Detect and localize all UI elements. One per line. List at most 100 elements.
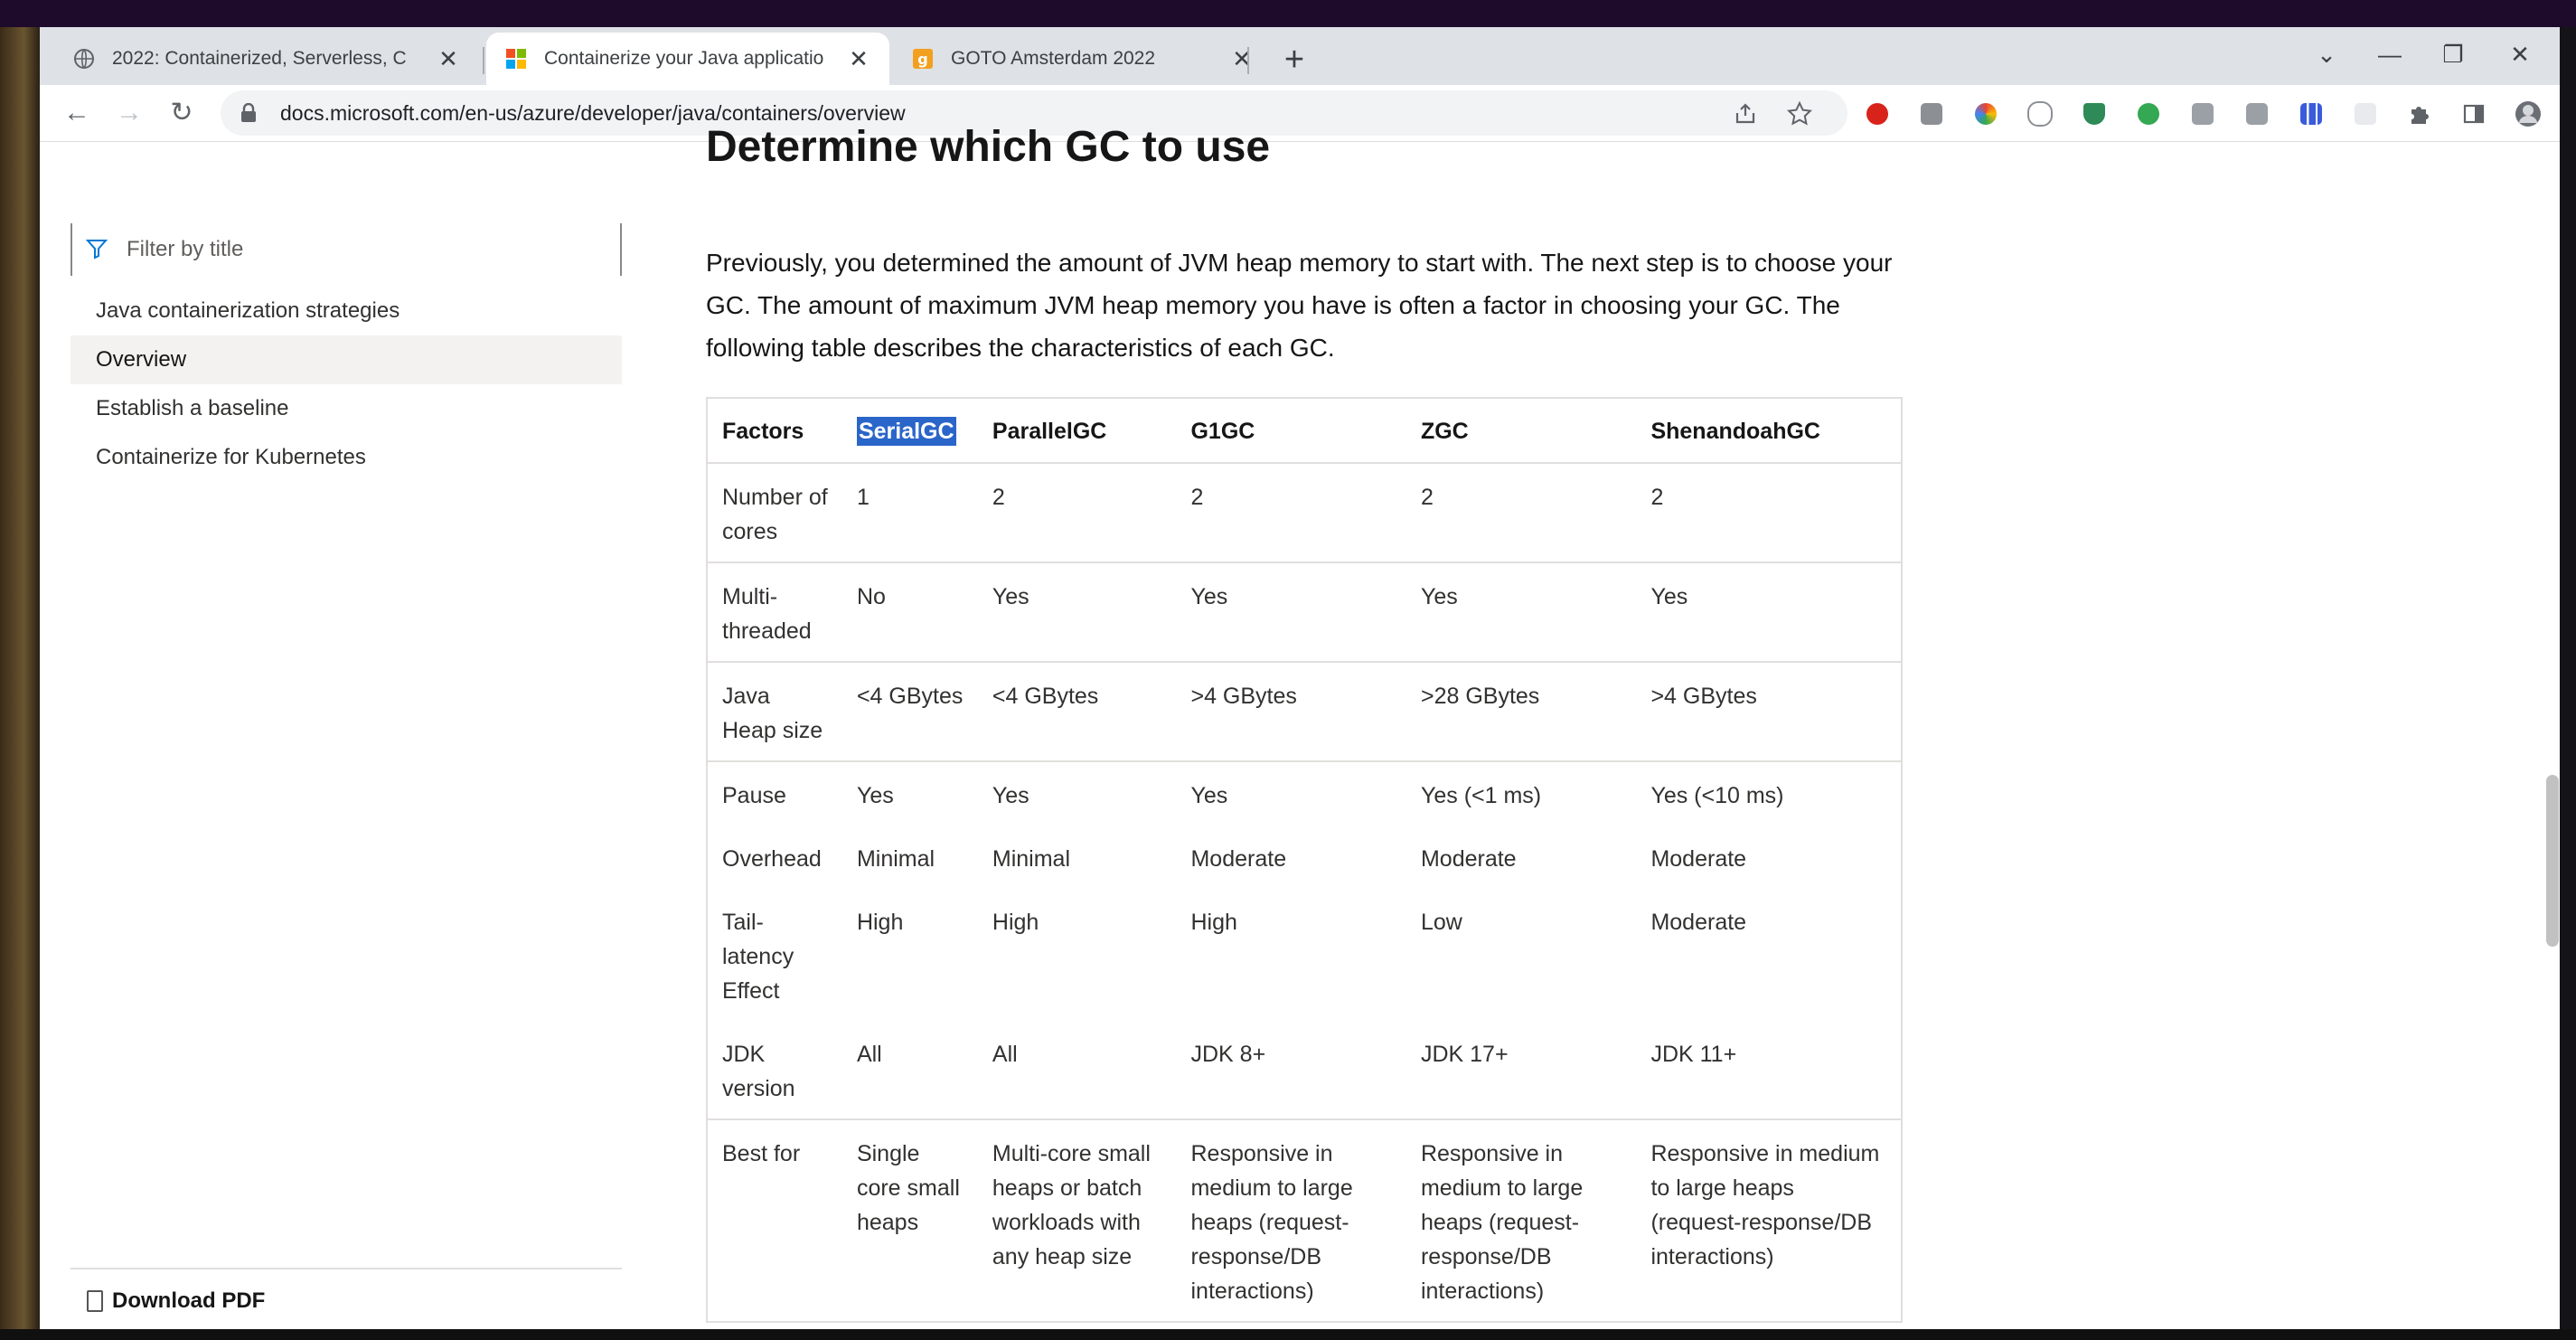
tab-close-button[interactable]: ✕ (846, 45, 871, 73)
tab-separator (483, 47, 484, 74)
blank-extension-icon[interactable] (2352, 100, 2379, 127)
filter-placeholder: Filter by title (127, 237, 244, 261)
table-header: ShenandoahGC (1636, 398, 1902, 464)
pdf-icon (87, 1290, 103, 1312)
table-cell: Yes (992, 783, 1029, 808)
table-cell: Yes (<1 ms) (1420, 783, 1542, 808)
table-row: Best for Single core small heaps Multi-c… (707, 1119, 1902, 1322)
tab-containerized-serverless[interactable]: 2022: Containerized, Serverless, C ✕ (54, 33, 479, 85)
table-cell: Yes (856, 783, 894, 808)
gc-comparison-table: Factors SerialGC ParallelGC G1GC ZGC She… (706, 397, 1903, 1323)
tab-search-button[interactable]: ⌄ (2299, 36, 2354, 72)
table-header: SerialGC (841, 398, 978, 464)
intro-paragraph: Previously, you determined the amount of… (706, 249, 1893, 362)
section-heading: Determine which GC to use (706, 123, 1271, 171)
table-header: ZGC (1406, 398, 1637, 464)
minimize-button[interactable]: — (2363, 36, 2417, 72)
table-cell: Yes (977, 562, 1177, 663)
table-cell: JDK 8+ (1176, 1021, 1406, 1120)
table-cell: 2 (1406, 463, 1637, 563)
toc-item-overview[interactable]: Overview (71, 335, 622, 384)
filter-by-title-input[interactable]: Filter by title (71, 223, 622, 276)
table-cell: Moderate (1650, 910, 1747, 935)
profile-avatar-icon[interactable] (2515, 100, 2542, 127)
table-cell: Moderate (1420, 846, 1517, 872)
color-extension-icon[interactable] (1972, 100, 1999, 127)
table-row: JDK version All All JDK 8+ JDK 17+ JDK 1… (707, 1021, 1902, 1120)
green-extension-icon[interactable] (2135, 100, 2162, 127)
tab-title: 2022: Containerized, Serverless, C (112, 48, 407, 69)
table-cell: Minimal (856, 846, 935, 872)
table-cell: High (1190, 910, 1237, 935)
download-pdf-label: Download PDF (112, 1288, 266, 1313)
new-tab-button[interactable]: + (1274, 40, 1314, 80)
shield-extension-icon[interactable] (2081, 100, 2108, 127)
ublock-extension-icon[interactable] (1864, 100, 1891, 127)
back-button[interactable]: ← (56, 92, 98, 134)
tab-containerize-java[interactable]: Containerize your Java applicatio ✕ (486, 33, 889, 85)
table-cell: Best for (722, 1141, 801, 1166)
download-pdf-button[interactable]: Download PDF (87, 1283, 265, 1319)
bookmark-star-icon[interactable] (1786, 100, 1813, 127)
page-scrollbar[interactable] (2546, 775, 2559, 947)
toc-item-containerize-for-kubernetes[interactable]: Containerize for Kubernetes (71, 433, 622, 482)
tab-close-button[interactable]: ✕ (436, 45, 461, 73)
divider (71, 1268, 622, 1269)
chart-extension-icon[interactable] (2298, 100, 2325, 127)
table-cell: Number of cores (707, 463, 842, 563)
table-cell: Responsive in medium to large heaps (req… (1190, 1141, 1353, 1304)
globe-icon (72, 47, 96, 71)
tab-title: GOTO Amsterdam 2022 (951, 48, 1156, 69)
desktop-background-left (0, 27, 40, 1340)
gray-extension-icon-2[interactable] (2243, 100, 2270, 127)
toc-item-label: Establish a baseline (96, 396, 289, 420)
table-cell: JDK 11+ (1636, 1021, 1902, 1120)
table-row: Tail-latency Effect High High High Low M… (707, 889, 1902, 1021)
toc-sidebar: Filter by title Java containerization st… (67, 142, 627, 1329)
tab-close-button[interactable]: ✕ (1229, 45, 1255, 73)
table-header: Factors (707, 398, 842, 464)
table-cell: >4 GBytes (1636, 662, 1902, 762)
goto-logo-icon: g (911, 47, 935, 71)
lock-icon[interactable] (240, 102, 262, 124)
selected-text: SerialGC (856, 416, 956, 446)
table-cell: High (856, 910, 904, 935)
table-row: Java Heap size <4 GBytes <4 GBytes >4 GB… (707, 662, 1902, 762)
side-panel-icon[interactable] (2460, 100, 2487, 127)
table-cell: All (841, 1021, 978, 1120)
toc-item-establish-a-baseline[interactable]: Establish a baseline (71, 384, 622, 433)
table-cell: Yes (1406, 562, 1637, 663)
table-cell: Pause (722, 783, 786, 808)
table-cell: Multi-core small heaps or batch workload… (992, 1141, 1151, 1269)
table-header-row: Factors SerialGC ParallelGC G1GC ZGC She… (707, 398, 1902, 464)
om-extension-icon[interactable] (2026, 100, 2054, 127)
table-cell: Low (1420, 910, 1462, 935)
table-cell: >4 GBytes (1176, 662, 1406, 762)
page-content: Filter by title Java containerization st… (40, 123, 2560, 1329)
table-row: Number of cores 1 2 2 2 2 (707, 463, 1902, 563)
table-cell: Minimal (992, 846, 1071, 872)
table-cell: Yes (1190, 783, 1228, 808)
browser-window: 2022: Containerized, Serverless, C ✕ Con… (40, 27, 2560, 1329)
tab-goto-amsterdam[interactable]: g GOTO Amsterdam 2022 ✕ (893, 33, 1273, 85)
toc-item-java-containerization-strategies[interactable]: Java containerization strategies (71, 287, 622, 335)
window-close-button[interactable]: ✕ (2493, 36, 2547, 72)
table-cell: Multi-threaded (707, 562, 842, 663)
table-row: Overhead Minimal Minimal Moderate Modera… (707, 826, 1902, 889)
tab-strip: 2022: Containerized, Serverless, C ✕ Con… (40, 27, 2560, 85)
table-cell: <4 GBytes (841, 662, 978, 762)
article-main: Determine which GC to use Previously, yo… (706, 123, 1917, 1329)
share-icon[interactable] (1732, 100, 1759, 127)
table-cell: Moderate (1190, 846, 1287, 872)
restore-button[interactable]: ❐ (2426, 36, 2480, 72)
microsoft-logo-icon (504, 47, 528, 71)
extensions-puzzle-icon[interactable] (2406, 100, 2433, 127)
reload-button[interactable]: ↻ (161, 92, 202, 134)
camera-extension-icon[interactable] (1918, 100, 1945, 127)
table-cell: 2 (1176, 463, 1406, 563)
svg-text:g: g (917, 51, 927, 68)
forward-button[interactable]: → (108, 92, 150, 134)
gray-extension-icon[interactable] (2189, 100, 2216, 127)
table-cell: Responsive in medium to large heaps (req… (1420, 1141, 1584, 1304)
desktop-background-bottom (0, 1329, 2576, 1340)
